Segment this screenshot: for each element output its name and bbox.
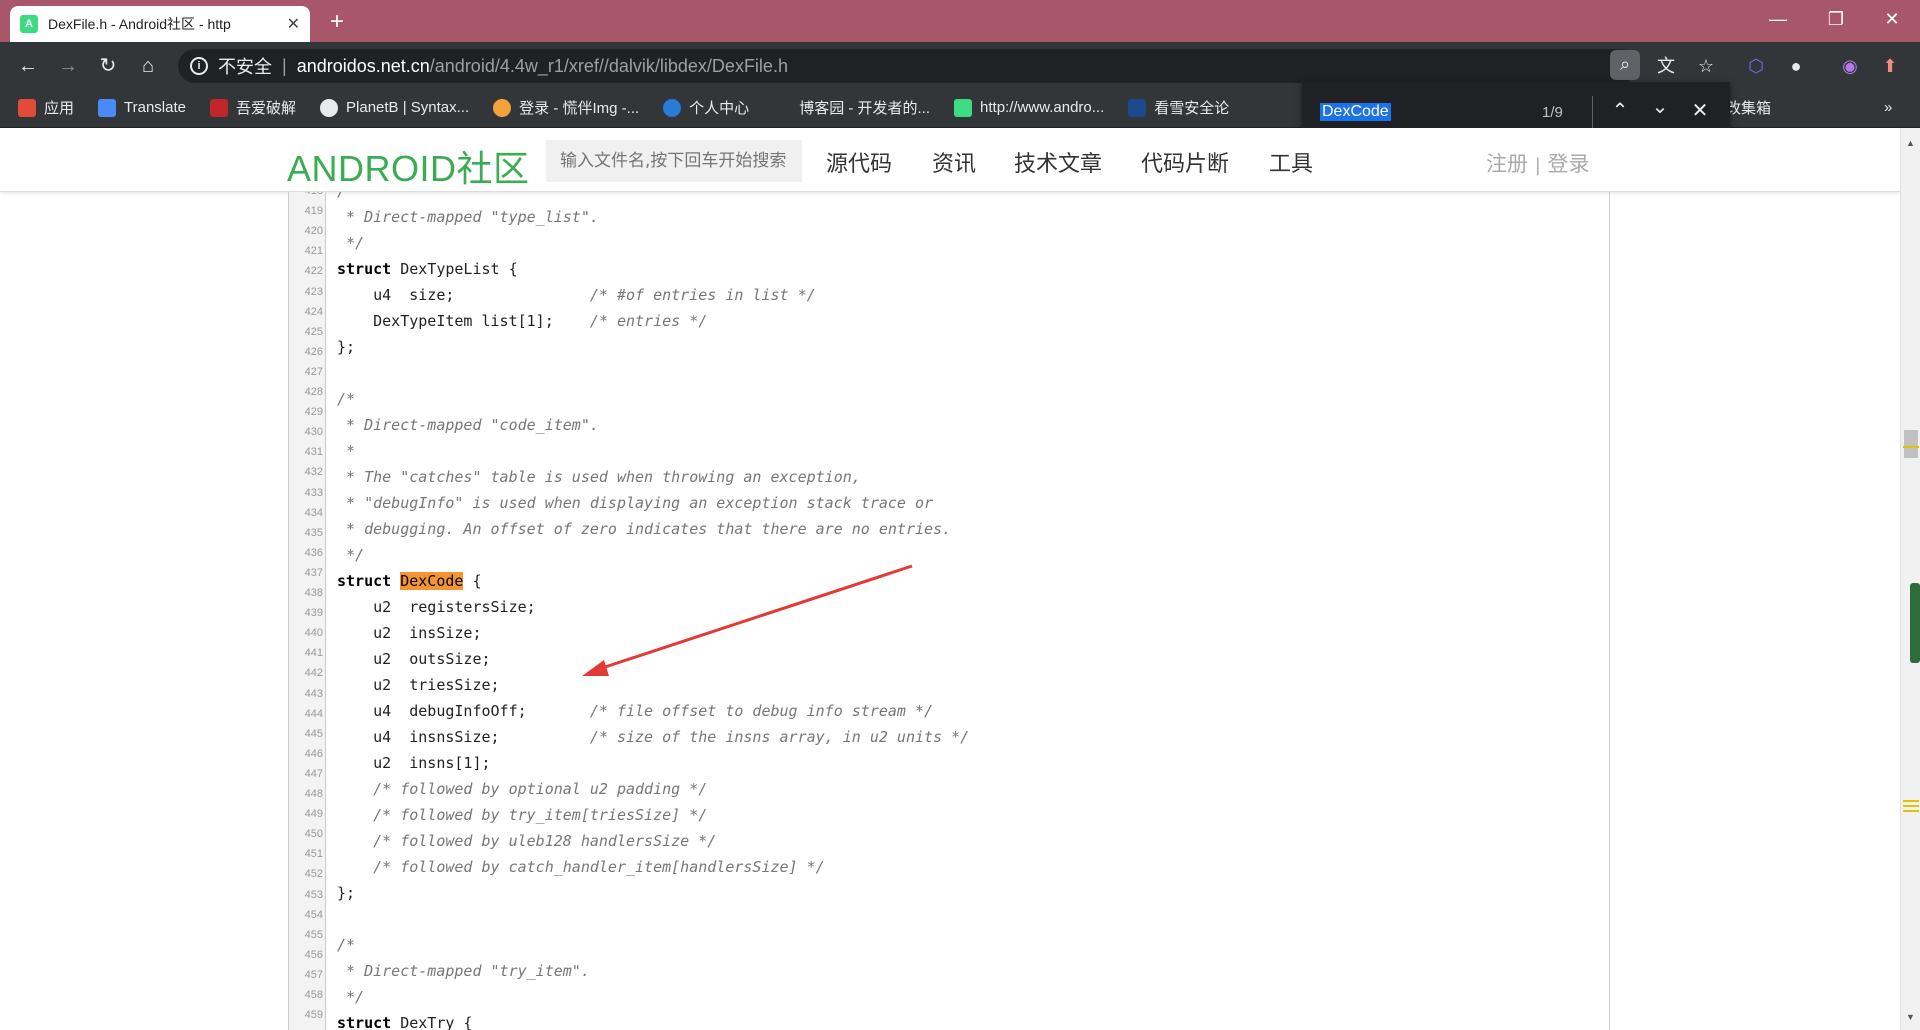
annotation-arrow: [582, 564, 913, 676]
page-scrollbar[interactable]: ▲ ▼: [1900, 128, 1920, 1030]
find-match-marker: [1903, 800, 1919, 802]
extension-side-handle[interactable]: [1910, 583, 1920, 663]
scroll-down-arrow-icon[interactable]: ▼: [1906, 1012, 1915, 1022]
scrollbar-thumb[interactable]: [1904, 430, 1918, 458]
find-match-marker: [1903, 805, 1919, 807]
find-match-marker: [1903, 810, 1919, 812]
scroll-up-arrow-icon[interactable]: ▲: [1906, 138, 1915, 148]
find-match-marker: [1903, 446, 1919, 448]
